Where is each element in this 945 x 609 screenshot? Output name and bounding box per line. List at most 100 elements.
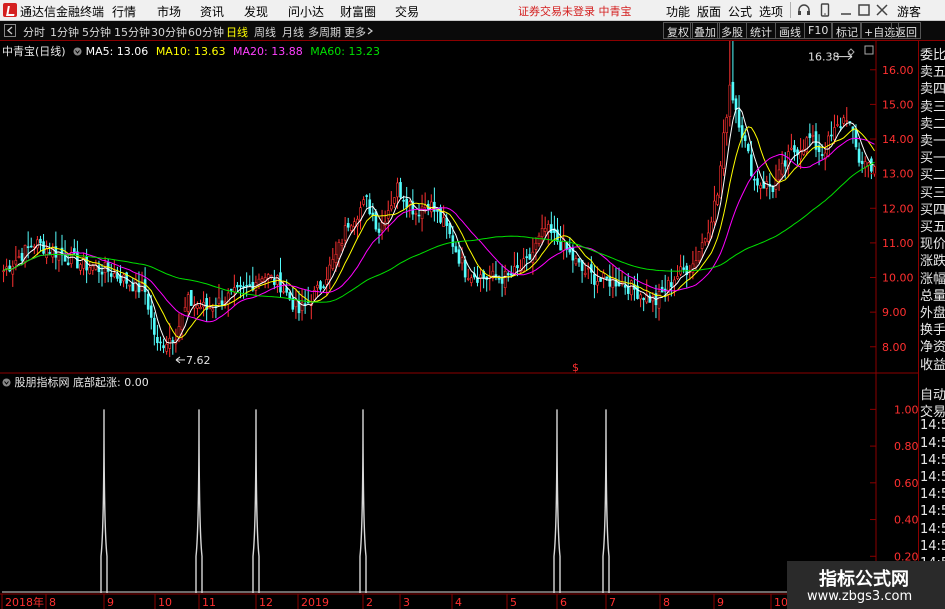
menu-market[interactable]: 市场 (157, 3, 181, 20)
overlay-button[interactable]: 叠加 (690, 22, 720, 39)
signal-spike (100, 409, 108, 593)
side-label[interactable]: 卖四 (920, 78, 945, 95)
statistics-button[interactable]: 统计 (746, 22, 776, 39)
multi-stock-button[interactable]: 多股 (717, 22, 747, 39)
stock-name[interactable]: 中青宝(日线) (2, 45, 66, 58)
menu-wealth[interactable]: 财富圈 (340, 3, 376, 20)
candle-body (743, 135, 747, 141)
f10-button[interactable]: F10 (804, 22, 833, 39)
side-label[interactable]: 买三 (920, 182, 945, 199)
side-label[interactable]: 卖二 (920, 113, 945, 130)
side-label[interactable]: 总量 (920, 285, 945, 302)
candle-body (734, 98, 738, 110)
candle-body (679, 266, 682, 275)
indicator-settings-icon[interactable] (2, 378, 11, 387)
tab-more[interactable]: 更多 (344, 24, 366, 40)
side-label[interactable]: 现价 (920, 233, 945, 250)
side-label[interactable]: 外盘 (920, 302, 945, 319)
indicator-source[interactable]: 股朋指标网 (15, 376, 70, 389)
candle-body (703, 238, 707, 243)
phone-icon[interactable] (818, 3, 832, 17)
side-label[interactable]: 买一 (920, 147, 945, 164)
menu-layout[interactable]: 版面 (697, 3, 721, 20)
candle-body (811, 134, 815, 137)
panel-toggle-icon (864, 45, 874, 55)
menu-market-quotes[interactable]: 行情 (112, 3, 136, 20)
tab-60min[interactable]: 60分钟 (188, 24, 224, 40)
user-label[interactable]: 游客 (897, 3, 921, 20)
chart-legend: 中青宝(日线) MA5: 13.06 MA10: 13.63 MA20: 13.… (2, 43, 384, 58)
date-label: 7 (609, 596, 616, 609)
candle-body (325, 279, 328, 285)
settings-dot-icon[interactable] (73, 47, 82, 56)
back-arrow-icon[interactable] (4, 24, 16, 37)
login-status[interactable]: 证券交易未登录 中青宝 (518, 3, 632, 19)
headset-icon[interactable] (797, 3, 811, 17)
watermark: 指标公式网 www.zbgs3.com (787, 561, 945, 609)
side-label[interactable]: 净资 (920, 336, 945, 353)
candle-body (706, 232, 710, 242)
maximize-icon[interactable] (857, 3, 871, 17)
candle-body (340, 243, 344, 246)
side-label[interactable]: 买二 (920, 164, 945, 181)
mark-button[interactable]: 标记 (832, 22, 862, 39)
draw-line-button[interactable]: 画线 (775, 22, 805, 39)
candle-body (399, 182, 402, 198)
candle-body (282, 290, 285, 293)
candle-body (316, 284, 319, 289)
menu-options[interactable]: 选项 (759, 3, 783, 20)
tab-30min[interactable]: 30分钟 (151, 24, 187, 40)
side-label[interactable]: 买四 (920, 199, 945, 216)
tab-15min[interactable]: 15分钟 (114, 24, 150, 40)
menu-trade[interactable]: 交易 (395, 3, 419, 20)
menu-functions[interactable]: 功能 (666, 3, 690, 20)
side-label[interactable]: 涨跌 (920, 250, 945, 267)
side-label[interactable]: 买五 (920, 216, 945, 233)
menu-news[interactable]: 资讯 (200, 3, 224, 20)
menu-ask[interactable]: 问小达 (288, 3, 324, 20)
side-label[interactable]: 卖五 (920, 61, 945, 78)
tab-weekly[interactable]: 周线 (254, 24, 276, 40)
tab-multi-period[interactable]: 多周期 (308, 24, 341, 40)
side-label[interactable]: 委比 (920, 44, 945, 61)
side-label[interactable]: 卖一 (920, 130, 945, 147)
indicator-axis: 0.200.400.600.801.00 (870, 403, 918, 563)
menu-formula[interactable]: 公式 (728, 3, 752, 20)
minimize-icon[interactable] (839, 3, 853, 17)
date-label: 8 (49, 596, 56, 609)
close-icon[interactable] (875, 3, 889, 17)
chevron-right-icon[interactable] (367, 27, 374, 35)
auto-trade-label[interactable]: 自动 (920, 384, 945, 401)
adjust-button[interactable]: 复权 (663, 22, 693, 39)
candle-body (713, 200, 716, 223)
kline-chart[interactable]: 8.00 9.00 10.00 11.00 12.00 13.00 14.00 15.00 16… (0, 41, 918, 609)
auto-trade-label[interactable]: 交易 (920, 401, 945, 418)
return-button[interactable]: 返回 (891, 22, 921, 39)
tab-monthly[interactable]: 月线 (282, 24, 304, 40)
candle-body (586, 267, 590, 270)
tab-1min[interactable]: 1分钟 (50, 24, 79, 40)
candle-body (365, 195, 368, 197)
side-label[interactable]: 卖三 (920, 96, 945, 113)
candle-body (771, 186, 775, 193)
date-label: 2019 (301, 596, 329, 609)
candle-body (599, 277, 602, 282)
candle-body (860, 160, 864, 165)
candle-body (839, 126, 842, 128)
candle-body (673, 279, 676, 286)
tab-5min[interactable]: 5分钟 (82, 24, 111, 40)
app-title: 通达信金融终端 (20, 5, 105, 19)
side-label[interactable]: 换手 (920, 319, 945, 336)
side-label[interactable]: 收益 (920, 354, 945, 371)
candle-body (14, 260, 18, 265)
menu-discover[interactable]: 发现 (244, 3, 268, 20)
candle-body (577, 258, 581, 263)
indicator-tick-label: 0.40 (894, 514, 918, 527)
tab-intraday[interactable]: 分时 (23, 24, 45, 40)
side-label[interactable]: 涨幅 (920, 268, 945, 285)
indicator-value: 底部起涨: 0.00 (73, 376, 149, 389)
tab-daily[interactable]: 日线 (226, 24, 248, 40)
candle-body (322, 286, 325, 288)
candle-body (457, 249, 461, 264)
candle-body (525, 256, 529, 258)
